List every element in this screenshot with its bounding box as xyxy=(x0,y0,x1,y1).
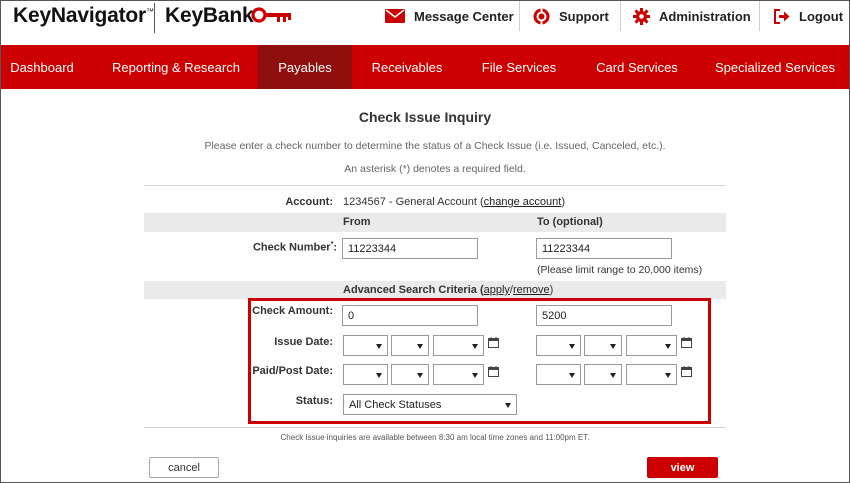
to-header: To (optional) xyxy=(537,216,603,228)
check-number-to-input[interactable] xyxy=(536,238,672,259)
nav-dashboard[interactable]: Dashboard xyxy=(1,45,83,89)
change-account-link[interactable]: change account xyxy=(484,196,562,208)
account-value: 1234567 - General Account (change accoun… xyxy=(343,196,565,208)
nav-specialized-services[interactable]: Specialized Services xyxy=(707,45,843,89)
brand-divider xyxy=(154,3,155,33)
key-icon xyxy=(251,7,291,23)
check-number-label: Check Number*: xyxy=(252,241,337,254)
availability-note: Check Issue inquiries are available betw… xyxy=(280,433,590,442)
message-center-link[interactable]: Message Center xyxy=(385,1,514,31)
advanced-search-label: Advanced Search Criteria (apply/remove) xyxy=(343,284,554,296)
logout-link[interactable]: Logout xyxy=(773,1,843,31)
check-number-from-input[interactable] xyxy=(342,238,478,259)
nav-reporting-research[interactable]: Reporting & Research xyxy=(99,45,253,89)
divider xyxy=(144,427,726,428)
envelope-icon xyxy=(385,9,405,23)
administration-link[interactable]: Administration xyxy=(633,1,751,31)
highlight-box xyxy=(248,298,711,424)
page-description: Please enter a check number to determine… xyxy=(204,140,666,152)
nav-payables[interactable]: Payables xyxy=(258,45,352,89)
lifebuoy-icon xyxy=(533,8,550,25)
gear-icon xyxy=(633,7,650,25)
support-link[interactable]: Support xyxy=(533,1,609,31)
top-bar: KeyNavigator™ KeyBank Message Center Sup… xyxy=(1,1,849,45)
account-label: Account: xyxy=(285,196,333,208)
nav-card-services[interactable]: Card Services xyxy=(585,45,689,89)
column-header-row xyxy=(144,213,726,232)
range-hint: (Please limit range to 20,000 items) xyxy=(537,264,703,276)
keynavigator-logo[interactable]: KeyNavigator™ xyxy=(13,4,154,28)
apply-link[interactable]: apply xyxy=(484,284,510,296)
keybank-logo: KeyBank xyxy=(165,4,254,27)
divider xyxy=(759,1,760,31)
divider xyxy=(144,185,726,186)
required-field-note: An asterisk (*) denotes a required field… xyxy=(344,163,526,175)
divider xyxy=(620,1,621,31)
nav-receivables[interactable]: Receivables xyxy=(361,45,453,89)
main-nav: Dashboard Reporting & Research Payables … xyxy=(1,45,849,89)
page-title: Check Issue Inquiry xyxy=(358,109,492,125)
divider xyxy=(519,1,520,31)
cancel-button[interactable]: cancel xyxy=(149,457,219,478)
logout-icon xyxy=(773,8,790,25)
from-header: From xyxy=(343,216,371,228)
nav-file-services[interactable]: File Services xyxy=(469,45,569,89)
view-button[interactable]: view xyxy=(647,457,718,478)
remove-link[interactable]: remove xyxy=(513,284,550,296)
